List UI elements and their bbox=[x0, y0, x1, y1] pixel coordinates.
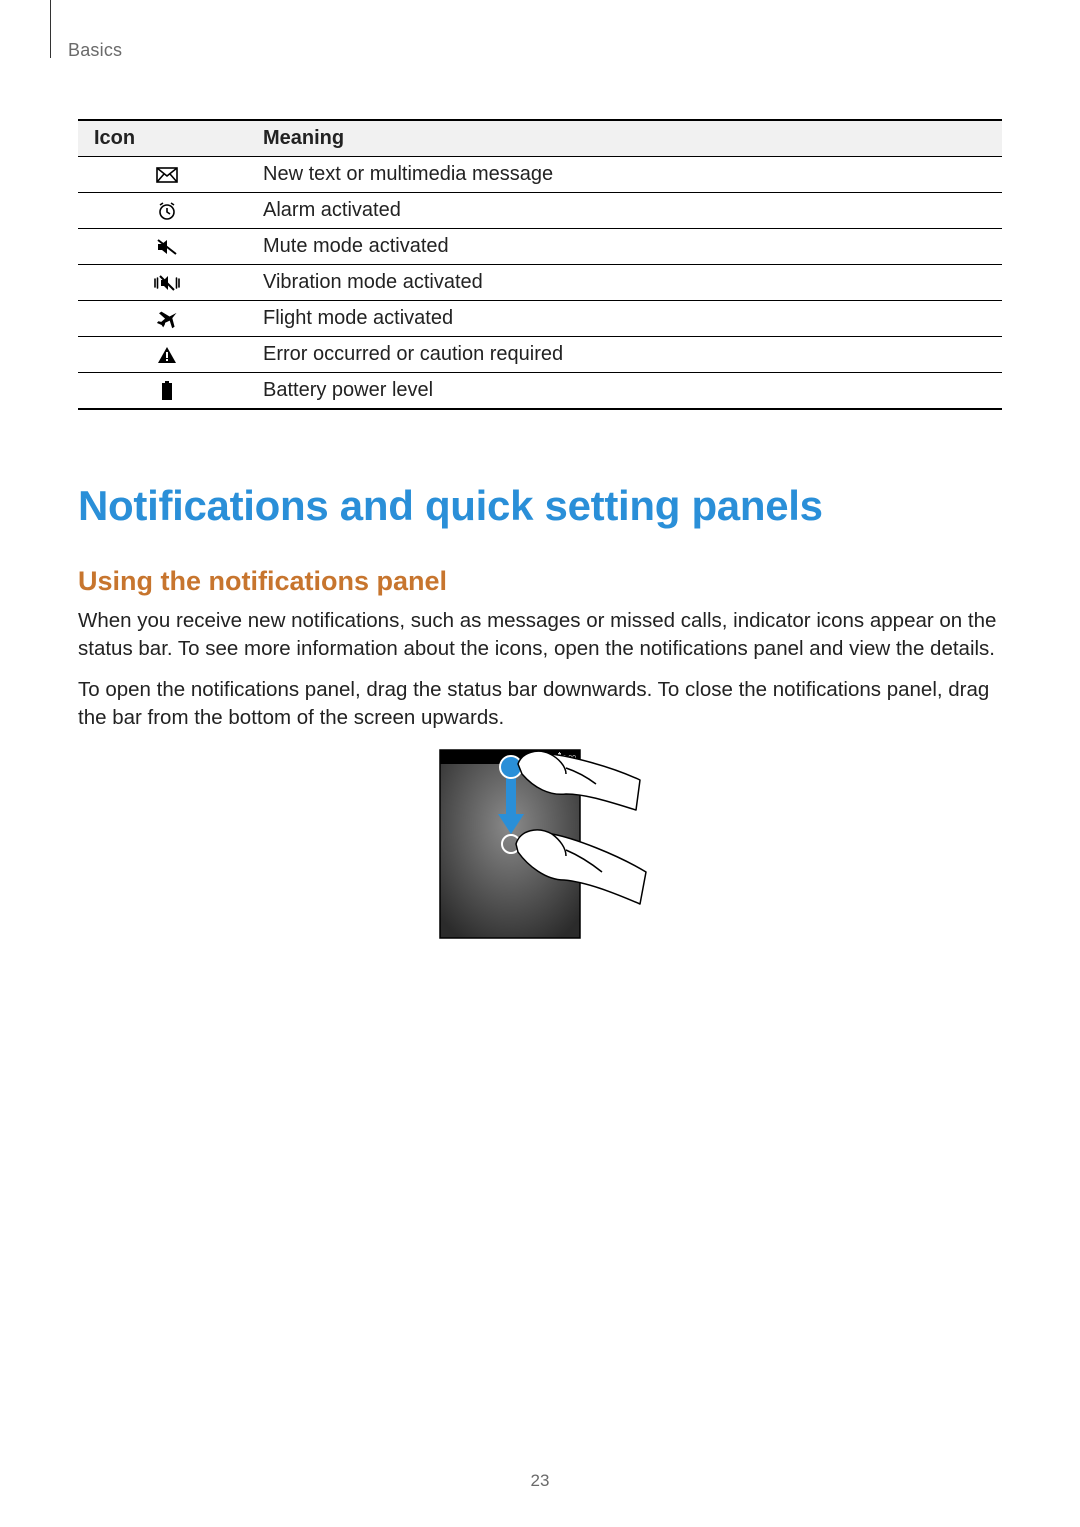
table-cell-meaning: Mute mode activated bbox=[247, 229, 1002, 265]
table-header-meaning: Meaning bbox=[247, 120, 1002, 157]
mute-icon bbox=[156, 235, 178, 257]
table-row: Flight mode activated bbox=[78, 301, 1002, 337]
sub-section-title: Using the notifications panel bbox=[78, 566, 1002, 597]
table-cell-meaning: Vibration mode activated bbox=[247, 265, 1002, 301]
table-row: Mute mode activated bbox=[78, 229, 1002, 265]
vibration-icon bbox=[152, 271, 182, 293]
table-cell-meaning: Battery power level bbox=[247, 373, 1002, 410]
table-row: Battery power level bbox=[78, 373, 1002, 410]
table-cell-meaning: New text or multimedia message bbox=[247, 157, 1002, 193]
table-row: Alarm activated bbox=[78, 193, 1002, 229]
table-cell-meaning: Alarm activated bbox=[247, 193, 1002, 229]
table-cell-meaning: Flight mode activated bbox=[247, 301, 1002, 337]
message-icon bbox=[156, 163, 178, 185]
body-paragraph: To open the notifications panel, drag th… bbox=[78, 676, 1002, 733]
table-header-icon: Icon bbox=[78, 120, 247, 157]
icon-meaning-table: Icon Meaning New text or multimedia mess… bbox=[78, 119, 1002, 410]
alarm-icon bbox=[157, 199, 177, 221]
breadcrumb: Basics bbox=[68, 40, 1002, 61]
flight-icon bbox=[157, 307, 177, 329]
swipe-down-illustration: 10:00 bbox=[78, 744, 1002, 949]
table-cell-meaning: Error occurred or caution required bbox=[247, 337, 1002, 373]
body-paragraph: When you receive new notifications, such… bbox=[78, 607, 1002, 664]
table-row: Error occurred or caution required bbox=[78, 337, 1002, 373]
header-vertical-rule bbox=[50, 0, 51, 58]
table-row: Vibration mode activated bbox=[78, 265, 1002, 301]
warning-icon bbox=[157, 343, 177, 365]
page-number: 23 bbox=[0, 1471, 1080, 1491]
section-title: Notifications and quick setting panels bbox=[78, 482, 1002, 530]
battery-icon bbox=[161, 379, 173, 401]
table-row: New text or multimedia message bbox=[78, 157, 1002, 193]
